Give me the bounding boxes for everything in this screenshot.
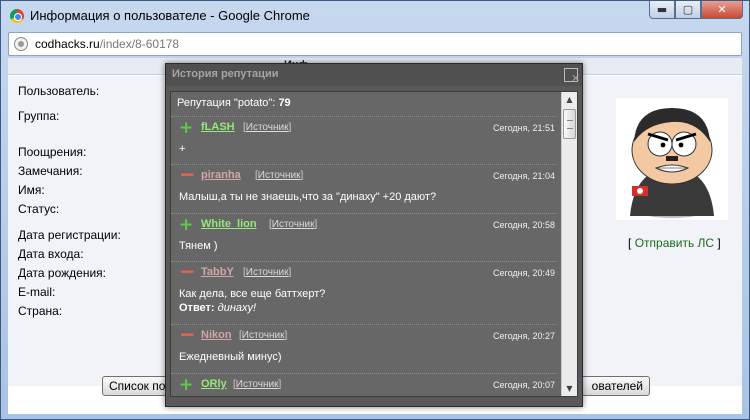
label-rewards: Поощрения: — [18, 145, 87, 159]
popup-scrollbar[interactable]: ▲ ▼ — [561, 92, 577, 396]
close-window-button[interactable]: ✕ — [701, 1, 743, 19]
entry-time: Сегодня, 20:27 — [492, 331, 555, 341]
plus-icon: + — [179, 215, 194, 235]
title-bar[interactable]: Информация о пользователе - Google Chrom… — [1, 1, 749, 31]
entry-source-link[interactable]: [Источник] — [233, 379, 281, 390]
entry-username[interactable]: TabbY — [201, 266, 234, 278]
send-pm-link[interactable]: [ Отправить ЛС ] — [628, 236, 721, 250]
minimize-button[interactable]: ▬ — [649, 1, 675, 19]
scrollbar-thumb[interactable] — [563, 109, 576, 139]
page-icon — [14, 37, 28, 51]
entry-source-link[interactable]: [Источник] — [243, 122, 291, 133]
label-login-date: Дата входа: — [18, 247, 84, 261]
reputation-entry: − Nikon [Источник] Сегодня, 20:27 Ежедне… — [171, 324, 557, 364]
maximize-button[interactable]: ▢ — [675, 1, 701, 19]
reputation-entry: + ORly [Источник] Сегодня, 20:07 — [171, 373, 557, 396]
entry-username[interactable]: Nikon — [201, 329, 232, 341]
entry-username[interactable]: ORly — [201, 378, 227, 390]
scroll-up-arrow-icon[interactable]: ▲ — [562, 92, 577, 107]
url-host: codhacks.ru — [35, 37, 100, 51]
entry-time: Сегодня, 20:07 — [492, 380, 555, 390]
user-avatar — [616, 98, 728, 220]
users-list-button-right[interactable]: ователей — [580, 376, 650, 396]
minus-icon: − — [179, 322, 196, 346]
label-name: Имя: — [18, 183, 45, 197]
popup-close-button[interactable]: ✕ — [564, 68, 581, 85]
entry-message: + — [179, 143, 186, 155]
label-email: E-mail: — [18, 285, 56, 299]
reputation-history-popup: История репутации ✕ Репутация "potato": … — [165, 63, 583, 407]
entry-time: Сегодня, 21:04 — [492, 171, 555, 181]
minimize-icon: ▬ — [656, 3, 668, 16]
send-pm-label: Отправить ЛС — [634, 236, 715, 250]
entry-source-link[interactable]: [Источник] — [239, 330, 287, 341]
reputation-entry: − piranha [Источник] Сегодня, 21:04 Малы… — [171, 164, 557, 204]
entry-message: Как дела, все еще баттхерт? — [179, 288, 326, 300]
popup-title-bar[interactable]: История репутации ✕ — [166, 64, 582, 86]
entry-time: Сегодня, 20:49 — [492, 268, 555, 278]
entry-source-link[interactable]: [Источник] — [255, 170, 303, 181]
label-status: Статус: — [18, 202, 60, 216]
entry-source-link[interactable]: [Источник] — [269, 219, 317, 230]
entry-username[interactable]: White_lion — [201, 218, 257, 230]
popup-title: История репутации — [172, 68, 279, 80]
avatar-cartoon-image — [630, 108, 714, 218]
address-bar[interactable]: codhacks.ru/index/8-60178 — [8, 32, 742, 56]
label-user: Пользователь: — [18, 84, 100, 98]
window-title: Информация о пользователе - Google Chrom… — [30, 8, 310, 23]
entry-answer: Ответ: динаху! — [179, 302, 257, 314]
url-text[interactable]: codhacks.ru/index/8-60178 — [35, 37, 179, 51]
label-birth-date: Дата рождения: — [18, 266, 106, 280]
entry-time: Сегодня, 20:58 — [492, 220, 555, 230]
plus-icon: + — [179, 375, 194, 395]
close-icon: ✕ — [571, 72, 581, 85]
close-icon: ✕ — [717, 3, 727, 16]
entry-username[interactable]: piranha — [201, 169, 241, 181]
entry-message: Малыш,а ты не знаешь,что за "динаху" +20… — [179, 191, 437, 203]
entry-username[interactable]: fLASH — [201, 121, 235, 133]
entry-message: Ежедневный минус) — [179, 351, 282, 363]
label-group: Группа: — [18, 109, 60, 123]
reputation-value: 79 — [278, 97, 291, 109]
reputation-entry: + fLASH [Источник] Сегодня, 21:51 + — [171, 116, 557, 156]
window-controls: ▬ ▢ ✕ — [649, 1, 743, 19]
minus-icon: − — [179, 259, 196, 283]
maximize-icon: ▢ — [682, 3, 694, 16]
reputation-entry: − TabbY [Источник] Сегодня, 20:49 Как де… — [171, 261, 557, 315]
users-list-button-left[interactable]: Список по — [102, 376, 172, 396]
plus-icon: + — [179, 118, 194, 138]
label-warnings: Замечания: — [18, 164, 83, 178]
entry-source-link[interactable]: [Источник] — [243, 267, 291, 278]
minus-icon: − — [179, 162, 196, 186]
entry-message: Тянем ) — [179, 240, 218, 252]
reputation-entry: + White_lion [Источник] Сегодня, 20:58 Т… — [171, 213, 557, 253]
reputation-summary: Репутация "potato": 79 — [177, 97, 291, 109]
label-country: Страна: — [18, 304, 63, 318]
label-registration-date: Дата регистрации: — [18, 228, 121, 242]
entry-time: Сегодня, 21:51 — [492, 123, 555, 133]
chrome-logo-icon — [10, 9, 24, 23]
url-path: /index/8-60178 — [99, 37, 180, 51]
scroll-down-arrow-icon[interactable]: ▼ — [562, 381, 577, 396]
popup-body: Репутация "potato": 79 + fLASH [Источник… — [170, 91, 578, 397]
